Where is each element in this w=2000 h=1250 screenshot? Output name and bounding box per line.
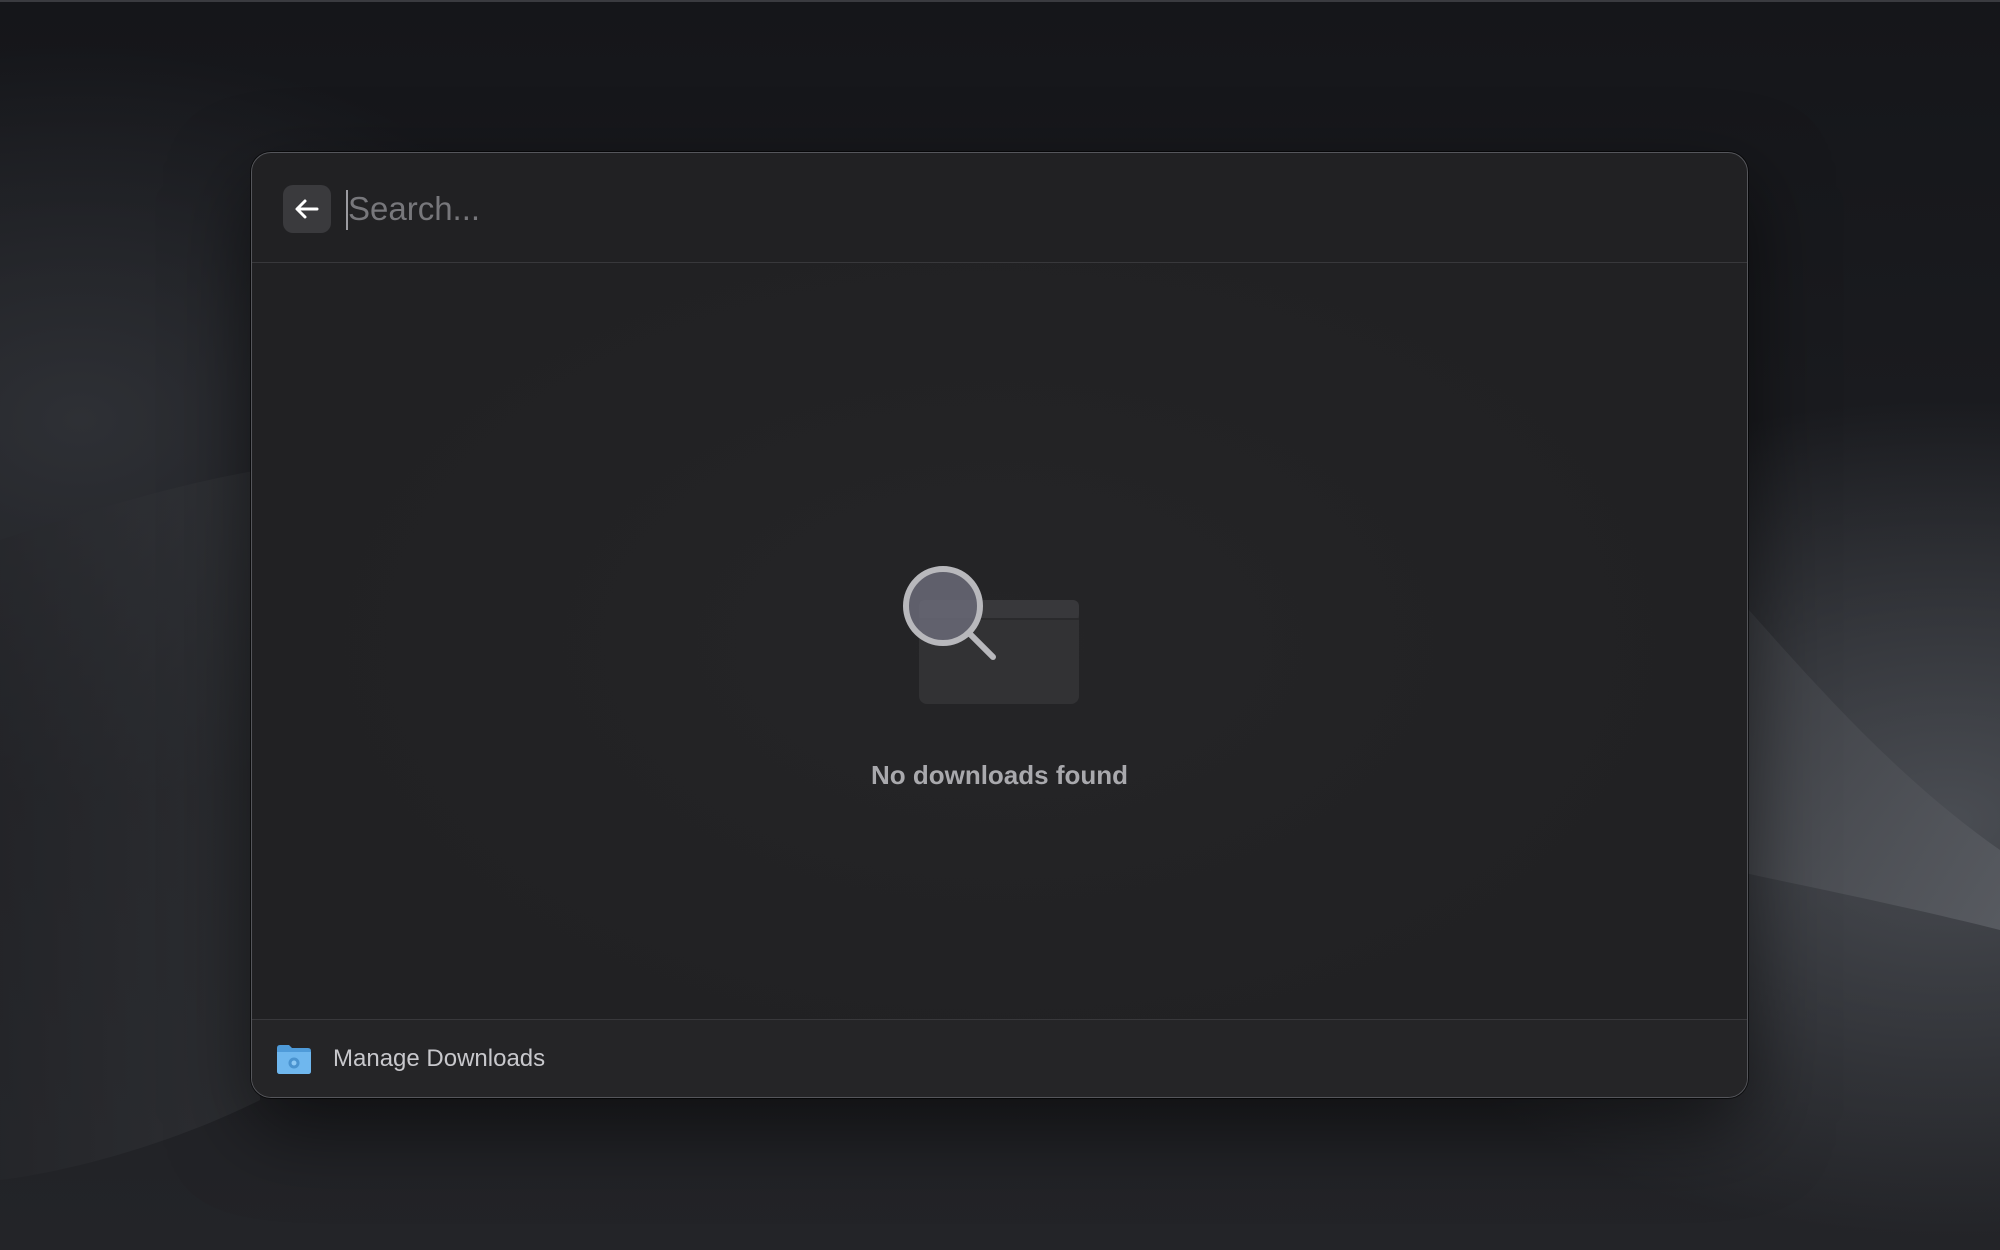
search-folder-icon (903, 566, 1079, 704)
empty-state-message: No downloads found (870, 760, 1129, 790)
arrow-left-icon (295, 199, 319, 219)
downloads-window: No downloads found Manage Downloads (251, 152, 1748, 1098)
manage-downloads-label: Manage Downloads (333, 1044, 546, 1072)
footer-bar: Manage Downloads (252, 1019, 1747, 1097)
back-button[interactable] (283, 185, 331, 233)
results-area: No downloads found (252, 263, 1747, 1021)
screen-top-edge (0, 0, 2000, 2)
downloads-folder-icon (277, 1044, 311, 1074)
text-caret (346, 190, 348, 230)
search-input[interactable] (344, 181, 1708, 237)
manage-downloads-button[interactable]: Manage Downloads (252, 1020, 545, 1097)
search-bar (252, 153, 1747, 263)
